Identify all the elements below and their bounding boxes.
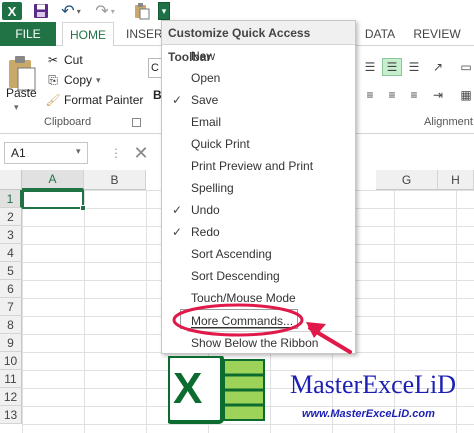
menu-item-label: New	[191, 49, 216, 63]
menu-item-label: Sort Descending	[191, 269, 280, 283]
copy-icon: ⎘	[48, 72, 58, 87]
clipboard-group-label: Clipboard	[44, 116, 92, 128]
checkmark-icon: ✓	[172, 203, 183, 217]
row-header[interactable]: 12	[0, 388, 22, 406]
paste-chevron-down-icon[interactable]: ▾	[14, 102, 19, 113]
more-commands-highlight	[180, 309, 298, 329]
row-header[interactable]: 7	[0, 298, 22, 316]
menu-item-label: Email	[191, 115, 222, 129]
checkmark-icon: ✓	[172, 93, 183, 107]
menu-item-label: Print Preview and Print	[191, 159, 314, 173]
align-left-button[interactable]: ≡	[360, 86, 380, 104]
menu-item-open[interactable]: Open	[162, 67, 355, 89]
menu-item-spelling[interactable]: Spelling	[162, 177, 355, 199]
menu-item-label: Show Below the Ribbon	[191, 336, 319, 350]
row-header[interactable]: 2	[0, 208, 22, 226]
menu-item-new[interactable]: New	[162, 45, 355, 67]
tab-review[interactable]: REVIEW	[412, 22, 462, 46]
row-header[interactable]: 10	[0, 352, 22, 370]
menu-item-label: Redo	[191, 225, 220, 239]
cut-label: Cut	[64, 53, 83, 67]
menu-item-sort-ascending[interactable]: Sort Ascending	[162, 243, 355, 265]
row-header[interactable]: 11	[0, 370, 22, 388]
row-header[interactable]: 6	[0, 280, 22, 298]
fill-handle[interactable]	[80, 205, 86, 211]
menu-item-label: Spelling	[191, 181, 234, 195]
menu-item-sort-descending[interactable]: Sort Descending	[162, 265, 355, 287]
menu-item-print-preview[interactable]: Print Preview and Print	[162, 155, 355, 177]
bottom-align-button[interactable]: ☰	[404, 58, 424, 76]
paste-label: Paste	[6, 86, 37, 100]
column-header-a[interactable]: A	[22, 170, 84, 190]
menu-item-touch-mouse-mode[interactable]: Touch/Mouse Mode	[162, 287, 355, 309]
paste-qat-icon[interactable]	[132, 2, 152, 20]
cut-button[interactable]: ✂ Cut	[46, 50, 83, 70]
wrap-text-button[interactable]: ▭	[456, 58, 474, 76]
tab-data[interactable]: DATA	[360, 22, 400, 46]
middle-align-button[interactable]: ☰	[382, 58, 402, 76]
menu-item-label: Save	[191, 93, 219, 107]
menu-item-label: Undo	[191, 203, 220, 217]
brand-logo: X	[166, 354, 265, 424]
menu-item-undo[interactable]: ✓ Undo	[162, 199, 355, 221]
top-align-button[interactable]: ☰	[360, 58, 380, 76]
menu-item-label: Open	[191, 71, 221, 85]
clipboard-dialog-launcher[interactable]	[132, 118, 141, 127]
format-painter-button[interactable]: 🖌 Format Painter	[45, 90, 144, 110]
paintbrush-icon: 🖌	[45, 93, 61, 107]
row-header[interactable]: 8	[0, 316, 22, 334]
alignment-group-label: Alignment	[424, 116, 473, 128]
tab-file[interactable]: FILE	[0, 22, 56, 46]
save-icon[interactable]	[32, 2, 50, 20]
column-header-b[interactable]: B	[84, 170, 146, 190]
brand-logo-letter: X	[173, 364, 203, 413]
customize-qat-menu: Customize Quick Access Toolbar New Open …	[161, 20, 356, 354]
menu-item-save[interactable]: ✓ Save	[162, 89, 355, 111]
copy-button[interactable]: ⎘ Copy ▾	[46, 70, 101, 90]
menu-item-label: Quick Print	[191, 137, 250, 151]
row-header[interactable]: 5	[0, 262, 22, 280]
column-header-h[interactable]: H	[438, 170, 474, 190]
brand-url: www.MasterExceLiD.com	[302, 408, 435, 420]
select-all-corner[interactable]	[0, 170, 22, 190]
excel-app-icon: X	[2, 2, 22, 20]
undo-icon[interactable]: ↶ ▾	[58, 2, 84, 20]
menu-title: Customize Quick Access Toolbar	[162, 21, 355, 64]
copy-chevron-down-icon: ▾	[96, 74, 101, 85]
align-right-button[interactable]: ≡	[404, 86, 424, 104]
name-box-chevron-down-icon[interactable]: ▾	[76, 146, 81, 157]
menu-item-email[interactable]: Email	[162, 111, 355, 133]
font-name-box[interactable]: C	[148, 58, 162, 78]
menu-item-quick-print[interactable]: Quick Print	[162, 133, 355, 155]
row-header[interactable]: 1	[0, 190, 22, 208]
quick-access-toolbar: X ↶ ▾ ↷ ▾ ▾	[0, 0, 474, 22]
brand-name: MasterExceLiD	[290, 370, 457, 399]
menu-item-label: Sort Ascending	[191, 247, 272, 261]
row-header[interactable]: 3	[0, 226, 22, 244]
customize-qat-dropdown-button[interactable]: ▾	[158, 2, 170, 20]
selected-cell-a1[interactable]	[22, 190, 84, 209]
align-center-button[interactable]: ≡	[382, 86, 402, 104]
tab-insert[interactable]: INSERT	[126, 22, 170, 46]
orientation-button[interactable]: ↗	[428, 58, 448, 76]
format-painter-label: Format Painter	[64, 93, 144, 107]
indent-button[interactable]: ⇥	[428, 86, 448, 104]
menu-item-label: Touch/Mouse Mode	[191, 291, 296, 305]
menu-item-redo[interactable]: ✓ Redo	[162, 221, 355, 243]
copy-label: Copy	[64, 73, 93, 87]
scissors-icon: ✂	[47, 53, 59, 67]
merge-button[interactable]: ▦	[456, 86, 474, 104]
cancel-icon[interactable]: ✕	[128, 142, 154, 164]
row-header[interactable]: 9	[0, 334, 22, 352]
tab-home[interactable]: HOME	[62, 22, 114, 47]
redo-icon[interactable]: ↷ ▾	[92, 2, 118, 20]
row-header[interactable]: 13	[0, 406, 22, 424]
checkmark-icon: ✓	[172, 225, 183, 239]
menu-item-show-below-ribbon[interactable]: Show Below the Ribbon	[162, 332, 355, 354]
row-header[interactable]: 4	[0, 244, 22, 262]
formula-bar-separator: ⋮	[110, 146, 122, 160]
column-header-g[interactable]: G	[376, 170, 438, 190]
